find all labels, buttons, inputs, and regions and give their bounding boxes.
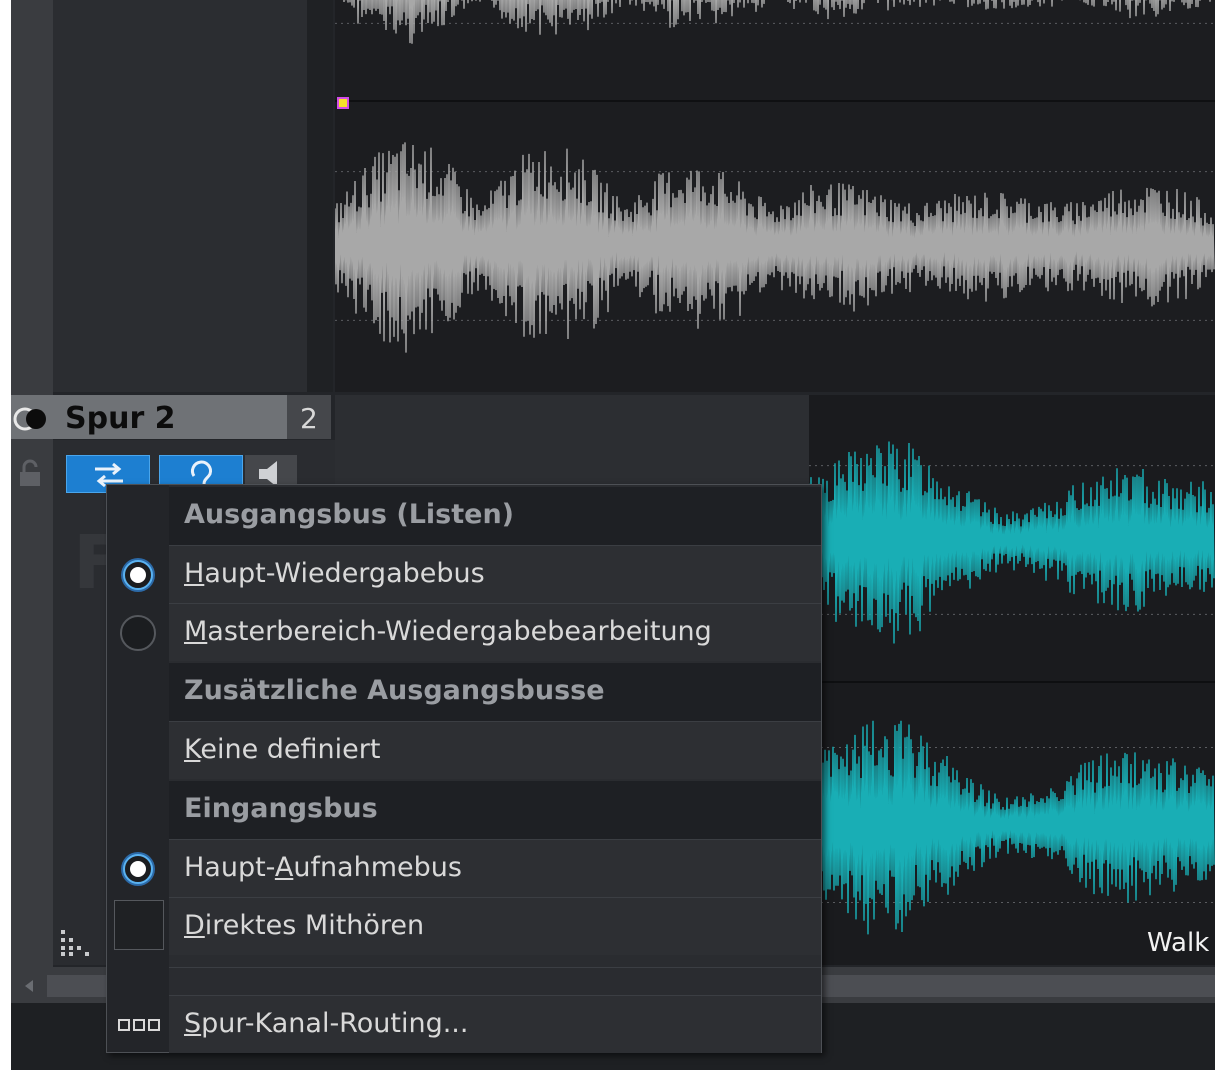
track-header-strip xyxy=(11,0,53,1070)
track1-header-panel xyxy=(53,0,307,392)
menu-item-track-channel-routing[interactable]: Spur-Kanal-Routing... xyxy=(169,995,821,1053)
channel-separator xyxy=(809,681,1215,683)
scroll-left-icon[interactable] xyxy=(17,975,41,997)
menu-item-main-playback-bus[interactable]: Haupt-Wiedergabebus xyxy=(169,545,821,603)
menu-item-master-section-playback[interactable]: Masterbereich-Wiedergabebearbeitung xyxy=(169,603,821,661)
track2-waveform xyxy=(809,441,1215,935)
track1-waveform xyxy=(335,0,1215,353)
cue-marker[interactable] xyxy=(337,97,349,109)
menu-section-header: Zusätzliche Ausgangsbusse xyxy=(169,663,821,721)
menu-item-direct-monitoring[interactable]: Direktes Mithören xyxy=(169,897,821,955)
menu-item-none-defined[interactable]: Keine definiert xyxy=(169,721,821,779)
bus-context-menu: Ausgangsbus (Listen) Haupt-Wiedergabebus… xyxy=(106,484,822,1053)
track2-waveform-area[interactable] xyxy=(809,395,1215,965)
channel-routing-icon xyxy=(118,1019,160,1031)
section-title-output-bus: Ausgangsbus (Listen) xyxy=(184,499,515,530)
menu-section-header: Eingangsbus xyxy=(169,781,821,839)
audio-editor-window: Spur 2 2 F Walk Ausgangsbus (Listen) Hau… xyxy=(11,0,1215,1070)
lock-icon[interactable] xyxy=(17,458,43,488)
menu-section-header: Ausgangsbus (Listen) xyxy=(169,487,821,545)
track2-name: Spur 2 xyxy=(65,401,176,436)
section-title-input-bus: Eingangsbus xyxy=(184,793,378,824)
menu-separator xyxy=(169,967,821,983)
track-header-divider xyxy=(307,0,333,392)
radio-selected-icon[interactable] xyxy=(119,850,157,888)
menu-item-main-recording-bus[interactable]: Haupt-Aufnahmebus xyxy=(169,839,821,897)
track2-number: 2 xyxy=(300,402,318,435)
channel-separator xyxy=(335,100,1215,102)
track1-waveform-area[interactable] xyxy=(335,0,1215,392)
radio-unselected-icon[interactable] xyxy=(119,614,157,652)
direct-monitoring-checkbox[interactable] xyxy=(114,900,164,950)
clip-name: Walk xyxy=(1147,928,1210,958)
section-title-additional-output-buses: Zusätzliche Ausgangsbusse xyxy=(184,675,605,706)
mono-stereo-toggle-icon[interactable] xyxy=(13,406,49,432)
radio-selected-icon[interactable] xyxy=(119,556,157,594)
grip-dots-icon[interactable] xyxy=(59,928,93,958)
